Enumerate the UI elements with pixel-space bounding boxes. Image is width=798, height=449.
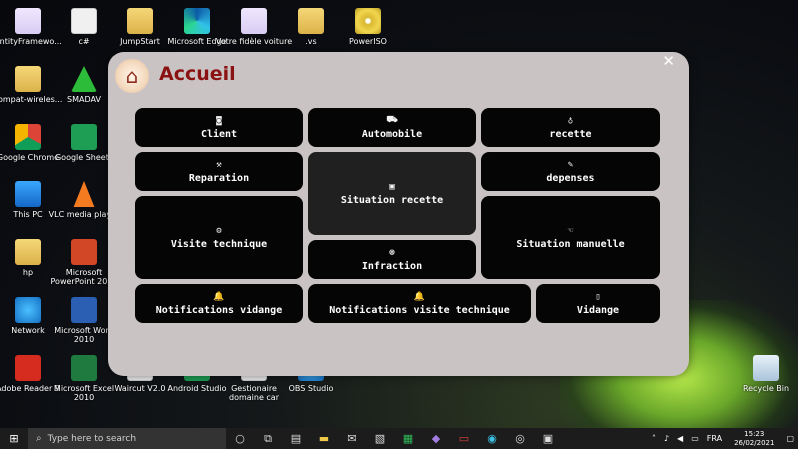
document-icon (15, 8, 41, 34)
wrench-icon: ⚒ (216, 159, 222, 170)
chrome-icon (15, 124, 41, 150)
tile-client[interactable]: ◙ Client (135, 108, 303, 147)
tile-notifications-vidange[interactable]: 🔔 Notifications vidange (135, 284, 303, 323)
oil-can-icon: ▯ (595, 291, 601, 302)
visual-studio-icon[interactable]: ◆ (422, 428, 450, 449)
document-icon (71, 8, 97, 34)
tile-situation-recette[interactable]: ▣ Situation recette (308, 152, 476, 235)
tile-recette[interactable]: ♁ recette (481, 108, 660, 147)
language-indicator[interactable]: FRA (707, 434, 722, 443)
car-icon: ⛟ (386, 115, 398, 125)
powerpoint-icon (71, 239, 97, 265)
clock[interactable]: 15:23 26/02/2021 (734, 430, 774, 448)
home-icon: ⌂ (115, 59, 149, 93)
taskbar: ⊞ ⌕ Type here to search ○ ⧉ ▤ ▬ ✉ ▧ ▦ ◆ … (0, 428, 798, 449)
folder-icon (15, 66, 41, 92)
windows-start-icon[interactable]: ⊞ (0, 428, 28, 449)
obs-taskbar-icon[interactable]: ◎ (506, 428, 534, 449)
user-folder-icon (15, 239, 41, 265)
folder-icon (298, 8, 324, 34)
tile-situation-manuelle[interactable]: ☜ Situation manuelle (481, 196, 660, 279)
tile-visite-technique[interactable]: ⚙ Visite technique (135, 196, 303, 279)
file-explorer-icon[interactable]: ▬ (310, 428, 338, 449)
hand-icon: ☜ (567, 225, 574, 236)
vlc-icon (73, 181, 95, 207)
tile-depenses[interactable]: ✎ depenses (481, 152, 660, 191)
edge-taskbar-icon[interactable]: ◉ (478, 428, 506, 449)
system-tray: ˄ ♪ ◀ ▭ FRA 15:23 26/02/2021 ▢ (648, 428, 798, 449)
recycle-bin-icon (753, 355, 779, 381)
tile-reparation[interactable]: ⚒ Reparation (135, 152, 303, 191)
bell-icon: 🔔 (213, 291, 225, 302)
excel-icon (71, 355, 97, 381)
store-icon[interactable]: ▤ (282, 428, 310, 449)
sheets-taskbar-icon[interactable]: ▦ (394, 428, 422, 449)
network-tray-icon[interactable]: ▭ (691, 434, 699, 443)
close-button[interactable]: ✕ (662, 54, 675, 69)
computer-icon (15, 181, 41, 207)
pdf-icon (15, 355, 41, 381)
notification-icon[interactable]: ▢ (786, 434, 794, 443)
document-icon (241, 8, 267, 34)
microphone-icon[interactable]: ♪ (664, 434, 669, 443)
task-view-icon[interactable]: ⧉ (254, 428, 282, 449)
chevron-up-icon[interactable]: ˄ (652, 434, 656, 443)
desktop-icon-recycle-bin[interactable]: Recycle Bin (726, 355, 798, 393)
warning-icon: ⊗ (389, 247, 395, 258)
edit-icon: ✎ (567, 159, 574, 170)
bell-icon: 🔔 (413, 291, 426, 302)
user-icon: ◙ (216, 115, 222, 126)
sheets-icon (71, 124, 97, 150)
smadav-icon (71, 66, 97, 92)
tile-vidange[interactable]: ▯ Vidange (536, 284, 660, 323)
search-icon: ⌕ (36, 433, 42, 444)
money-bag-icon: ♁ (567, 115, 574, 126)
edge-icon (184, 8, 210, 34)
network-icon (15, 297, 41, 323)
page-title: Accueil (159, 63, 236, 85)
tile-automobile[interactable]: ⛟ Automobile (308, 108, 476, 147)
mail-icon[interactable]: ✉ (338, 428, 366, 449)
poweriso-icon (355, 8, 381, 34)
accueil-window: ✕ ⌂ Accueil ◙ Client ⛟ Automobile ♁ rece… (108, 52, 689, 376)
speaker-icon[interactable]: ◀ (677, 434, 683, 443)
folder-icon (127, 8, 153, 34)
taskbar-search[interactable]: ⌕ Type here to search (28, 428, 226, 449)
desktop-icon-poweriso[interactable]: PowerISO (328, 8, 408, 46)
screen-recorder-icon[interactable]: ▭ (450, 428, 478, 449)
tile-infraction[interactable]: ⊗ Infraction (308, 240, 476, 279)
inspection-icon: ⚙ (216, 225, 222, 236)
tile-notifications-visite[interactable]: 🔔 Notifications visite technique (308, 284, 531, 323)
word-icon (71, 297, 97, 323)
cortana-icon[interactable]: ○ (226, 428, 254, 449)
image-icon: ▣ (389, 181, 395, 192)
app-taskbar-icon[interactable]: ▣ (534, 428, 562, 449)
photos-icon[interactable]: ▧ (366, 428, 394, 449)
